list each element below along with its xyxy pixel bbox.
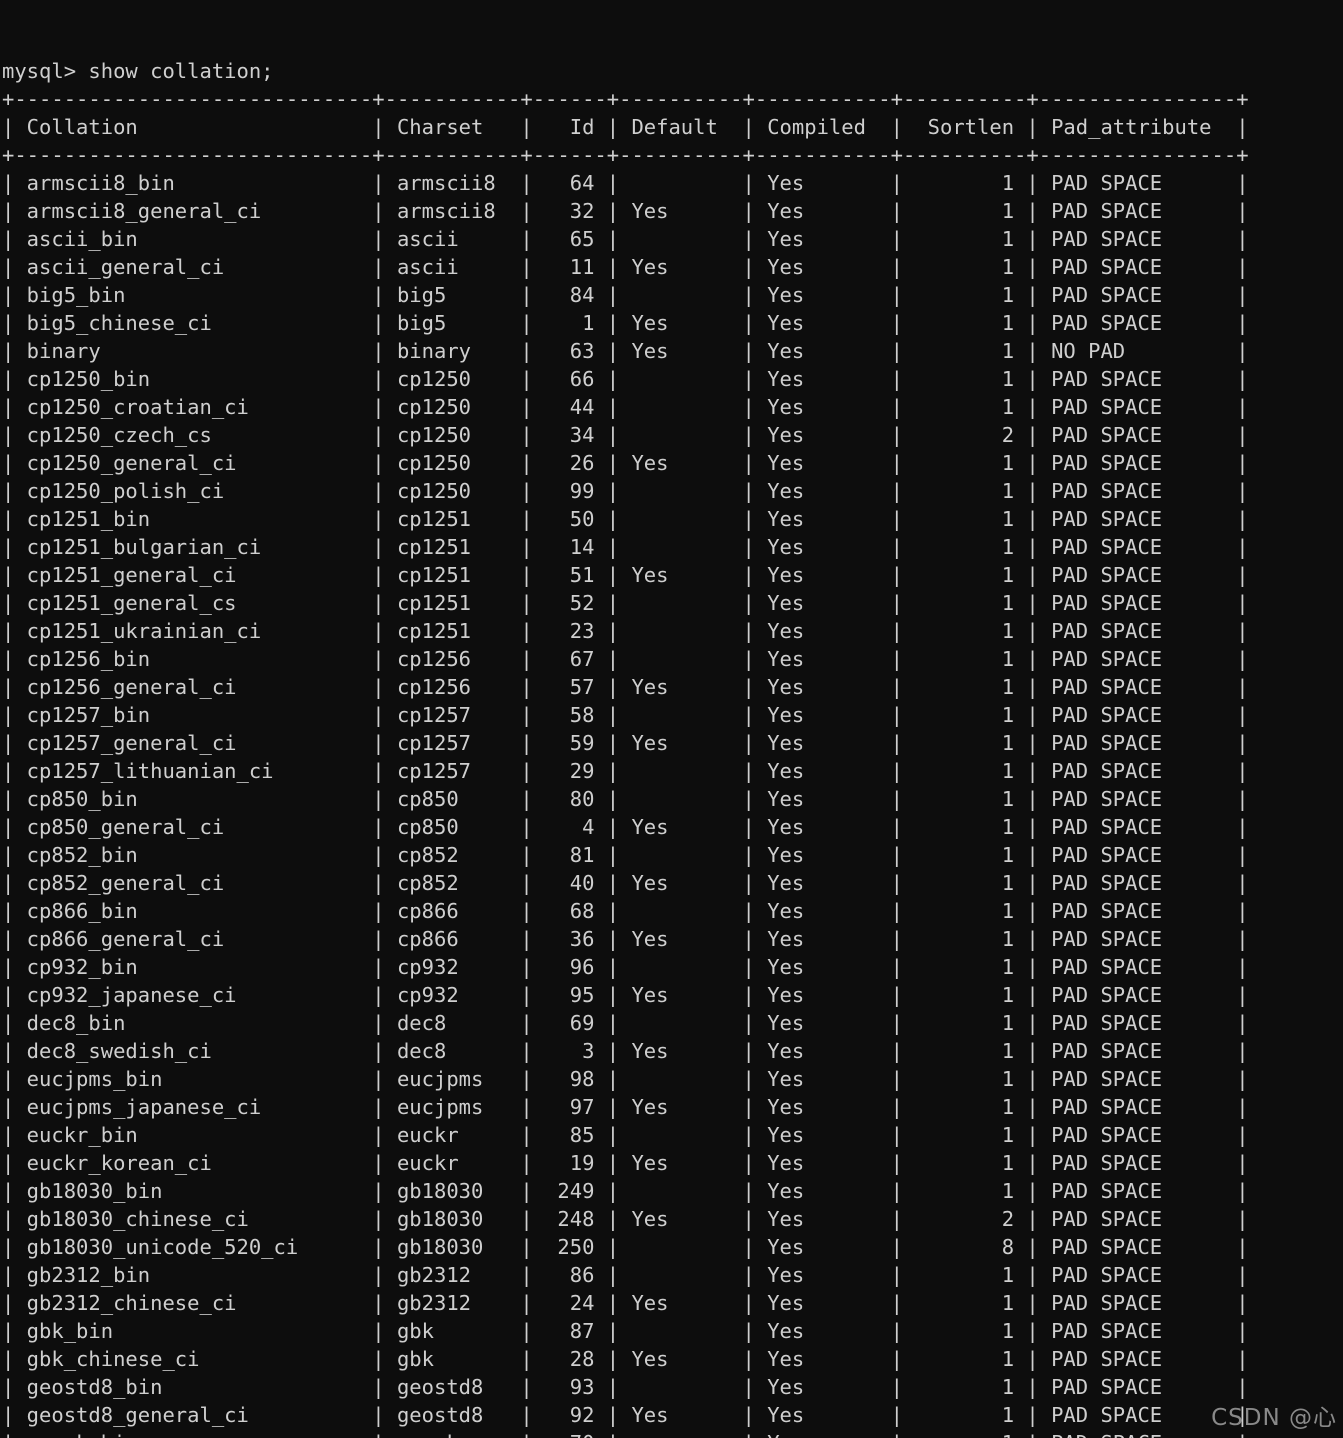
terminal-output: mysql> show collation; +----------------… <box>2 59 1249 1438</box>
terminal-window[interactable]: mysql> show collation; +----------------… <box>0 0 1343 1438</box>
